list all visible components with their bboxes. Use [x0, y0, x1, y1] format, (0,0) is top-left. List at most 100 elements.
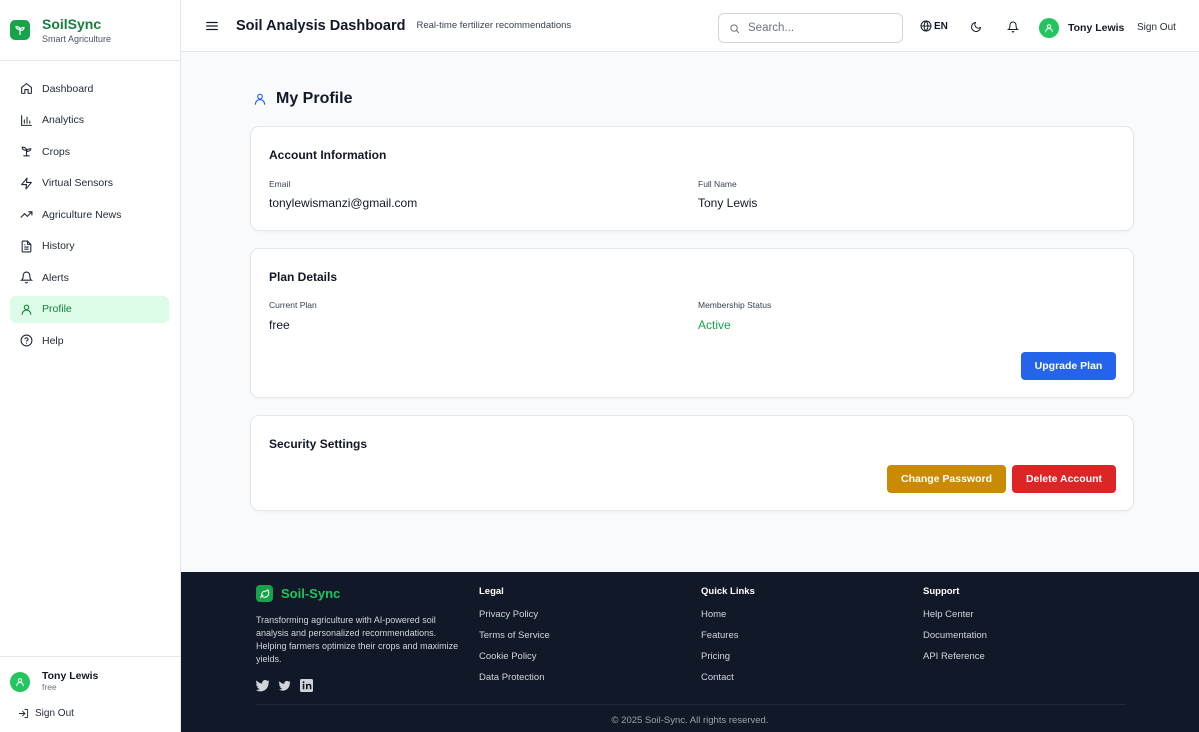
brand: SoilSync Smart Agriculture: [0, 0, 180, 61]
header-avatar[interactable]: [1039, 18, 1059, 38]
moon-icon[interactable]: [970, 21, 982, 33]
sidebar-item-label: Dashboard: [42, 82, 94, 95]
footer-link-terms-of-service[interactable]: Terms of Service: [479, 630, 550, 641]
footer-social-links: [256, 679, 322, 692]
footer-link-documentation[interactable]: Documentation: [923, 630, 987, 641]
sprout-icon: [19, 145, 33, 159]
top-header: Soil Analysis Dashboard Real-time fertil…: [181, 0, 1199, 52]
sign-out-label: Sign Out: [35, 708, 74, 719]
email-value: tonylewismanzi@gmail.com: [269, 196, 418, 210]
sidebar-sign-out-button[interactable]: Sign Out: [0, 693, 181, 719]
sidebar-item-history[interactable]: History: [10, 233, 169, 260]
header-sign-out-button[interactable]: Sign Out: [1137, 22, 1176, 33]
footer-link-privacy-policy[interactable]: Privacy Policy: [479, 609, 550, 620]
leaf-logo-icon: [256, 585, 273, 602]
footer-link-data-protection[interactable]: Data Protection: [479, 672, 550, 683]
zap-icon: [19, 176, 33, 190]
log-out-icon: [18, 708, 29, 719]
header-user-name[interactable]: Tony Lewis: [1068, 22, 1124, 34]
footer-copyright: © 2025 Soil-Sync. All rights reserved.: [611, 715, 769, 726]
sidebar-item-help[interactable]: Help: [10, 327, 169, 354]
brand-name: SoilSync: [42, 15, 102, 32]
linkedin-icon[interactable]: [300, 679, 313, 692]
footer-link-api-reference[interactable]: API Reference: [923, 651, 987, 662]
sidebar-nav: Dashboard Analytics Crops Virtual Sensor…: [0, 61, 180, 354]
search-box: [718, 13, 903, 43]
page-title: My Profile: [253, 90, 352, 108]
menu-icon[interactable]: [205, 19, 219, 33]
footer-link-pricing[interactable]: Pricing: [701, 651, 755, 662]
sidebar-item-label: Profile: [42, 303, 72, 315]
card-heading: Security Settings: [269, 437, 368, 451]
sidebar-item-label: History: [42, 240, 75, 252]
notifications-bell-icon[interactable]: [1007, 21, 1019, 33]
avatar: [10, 671, 30, 692]
sprout-logo-icon: [10, 20, 30, 40]
footer-brand: Soil-Sync: [256, 585, 340, 602]
footer-link-home[interactable]: Home: [701, 609, 755, 620]
full-name-label: Full Name: [698, 179, 737, 189]
membership-status-label: Membership Status: [698, 300, 772, 310]
home-icon: [19, 82, 33, 96]
footer-link-cookie-policy[interactable]: Cookie Policy: [479, 651, 550, 662]
footer-column-heading: Legal: [479, 586, 504, 597]
membership-status-value: Active: [698, 318, 731, 332]
twitter-icon[interactable]: [256, 679, 270, 692]
user-icon: [253, 92, 276, 106]
sidebar-item-label: Alerts: [42, 271, 69, 284]
upgrade-plan-button[interactable]: Upgrade Plan: [1021, 352, 1116, 380]
sidebar-item-label: Virtual Sensors: [42, 177, 114, 189]
footer-column-legal: Legal Privacy Policy Terms of Service Co…: [479, 586, 550, 693]
language-switcher[interactable]: EN: [920, 20, 948, 32]
user-icon: [19, 302, 33, 316]
card-heading: Account Information: [269, 148, 387, 162]
search-icon: [729, 23, 740, 34]
account-information-card: Account Information Email tonylewismanzi…: [250, 126, 1134, 231]
plan-details-card: Plan Details Current Plan free Membershi…: [250, 248, 1134, 398]
current-plan-label: Current Plan: [269, 300, 317, 310]
footer-link-contact[interactable]: Contact: [701, 672, 755, 683]
footer-link-features[interactable]: Features: [701, 630, 755, 641]
footer-description: Transforming agriculture with AI-powered…: [256, 615, 459, 664]
footer-divider: [256, 704, 1126, 705]
brand-tagline: Smart Agriculture: [42, 33, 112, 44]
sidebar-user-plan: free: [42, 682, 57, 692]
sidebar-item-label: Crops: [42, 145, 71, 158]
sidebar-item-alerts[interactable]: Alerts: [10, 264, 169, 291]
bell-icon: [19, 271, 33, 285]
file-text-icon: [19, 239, 33, 253]
globe-icon: [920, 20, 932, 32]
help-circle-icon: [19, 334, 33, 348]
sidebar-item-label: Help: [42, 334, 64, 347]
sidebar-item-crops[interactable]: Crops: [10, 138, 169, 165]
footer-link-help-center[interactable]: Help Center: [923, 609, 987, 620]
email-label: Email: [269, 179, 291, 189]
main-content: My Profile Account Information Email ton…: [181, 53, 1199, 572]
trending-up-icon: [19, 208, 33, 222]
footer-brand-name: Soil-Sync: [281, 586, 341, 601]
page-header-subtitle: Real-time fertilizer recommendations: [416, 20, 572, 31]
change-password-button[interactable]: Change Password: [887, 465, 1006, 493]
sidebar-item-virtual-sensors[interactable]: Virtual Sensors: [10, 170, 169, 197]
sidebar-item-profile[interactable]: Profile: [10, 295, 169, 323]
footer-column-quick-links: Quick Links Home Features Pricing Contac…: [701, 586, 755, 693]
twitter-icon[interactable]: [279, 680, 291, 691]
security-settings-card: Security Settings Change Password Delete…: [250, 415, 1134, 511]
bar-chart-icon: [19, 113, 33, 127]
search-input[interactable]: [748, 22, 898, 34]
sidebar-user-panel: Tony Lewis free Sign Out: [0, 656, 181, 732]
sidebar: SoilSync Smart Agriculture Dashboard Ana…: [0, 0, 181, 732]
sidebar-item-agriculture-news[interactable]: Agriculture News: [10, 201, 169, 228]
sidebar-item-dashboard[interactable]: Dashboard: [10, 75, 169, 102]
current-plan-value: free: [269, 318, 290, 332]
page-title-text: My Profile: [276, 90, 353, 107]
footer-column-heading: Quick Links: [701, 586, 755, 597]
footer: Soil-Sync Transforming agriculture with …: [181, 572, 1199, 732]
sidebar-user-name: Tony Lewis: [42, 670, 99, 682]
footer-column-heading: Support: [923, 586, 960, 597]
page-header-title: Soil Analysis Dashboard: [236, 17, 406, 34]
footer-column-support: Support Help Center Documentation API Re…: [923, 586, 987, 672]
delete-account-button[interactable]: Delete Account: [1012, 465, 1116, 493]
sidebar-item-analytics[interactable]: Analytics: [10, 107, 169, 134]
sidebar-item-label: Agriculture News: [42, 208, 122, 221]
